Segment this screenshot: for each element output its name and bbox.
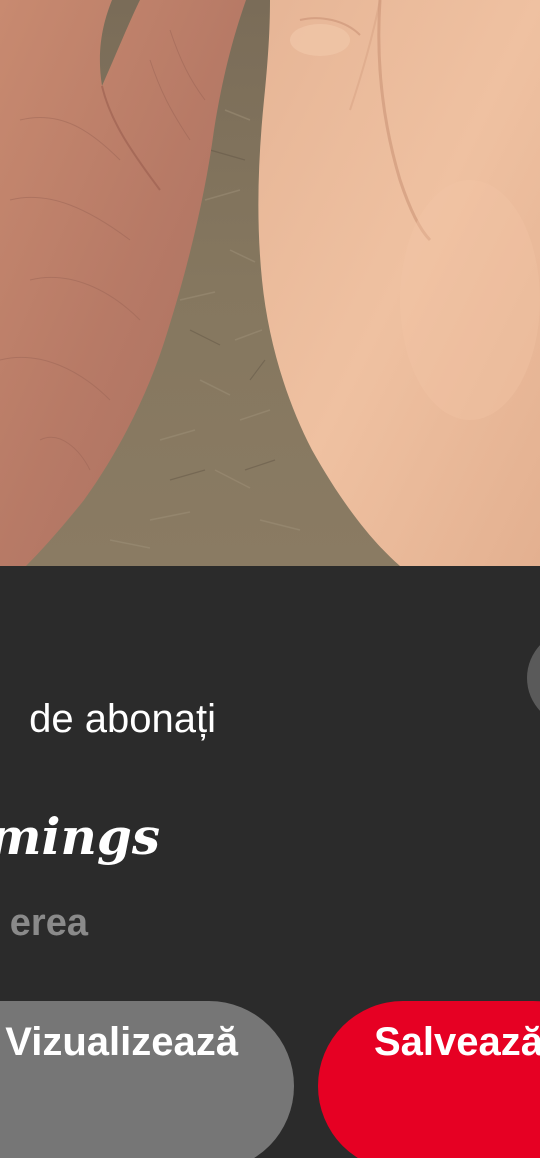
followers-count: de abonați [0, 694, 540, 744]
view-button-label: Vizualizează [5, 1020, 238, 1064]
board-title-text: omings [0, 807, 160, 866]
followers-text: de abonați [29, 697, 216, 741]
board-title[interactable]: omings [0, 805, 540, 869]
hands-photo [0, 0, 540, 566]
pin-description: erea [0, 898, 540, 948]
pin-closeup-screen: de abonați omings erea Vizualizează Salv… [0, 0, 540, 1158]
save-button-label: Salvează [374, 1020, 540, 1064]
view-button[interactable]: Vizualizează [0, 1001, 294, 1158]
pin-image[interactable] [0, 0, 540, 566]
pin-description-text: erea [9, 902, 88, 944]
save-button[interactable]: Salvează [318, 1001, 540, 1158]
